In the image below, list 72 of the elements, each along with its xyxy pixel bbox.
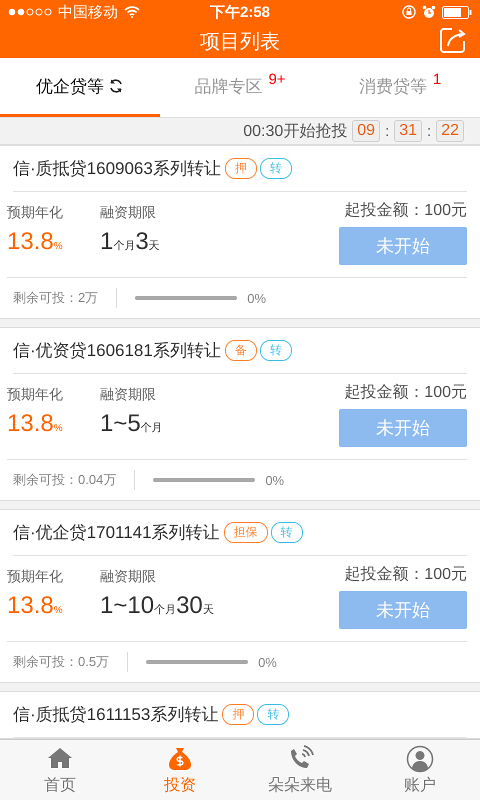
min-invest-amount: 起投金额：100元 — [344, 564, 467, 585]
term-label: 融资期限 — [100, 204, 157, 222]
rate-label: 预期年化 — [7, 204, 63, 222]
percent-unit: % — [54, 423, 63, 434]
battery-icon — [442, 6, 472, 18]
category-tab[interactable]: 消费贷等 1 — [320, 58, 480, 117]
rate-value: 13.8 — [7, 410, 54, 438]
term-unit: 个月 — [113, 239, 136, 253]
project-card[interactable]: 信·质抵贷1609063系列转让 押 转 预期年化 13.8% 融资期限 1个月 3天 起投金额：100元 未开始 剩余可投：2万 0% — [0, 145, 480, 319]
rate-value: 13.8 — [7, 592, 54, 620]
project-card[interactable]: 信·质抵贷1611153系列转让 押 转 — [0, 691, 480, 739]
countdown-separator: : — [427, 122, 432, 140]
percent-unit: % — [54, 241, 63, 252]
alarm-icon — [422, 5, 436, 19]
rate-label: 预期年化 — [7, 568, 63, 586]
project-title: 信·优资贷1606181系列转让 — [13, 340, 221, 362]
share-button[interactable] — [438, 25, 468, 55]
countdown-hours: 09 — [352, 120, 380, 142]
term-unit: 个月 — [140, 421, 163, 435]
count-label: 9+ — [268, 71, 286, 88]
project-title: 信·质抵贷1611153系列转让 — [13, 704, 218, 726]
project-tag: 转 — [257, 704, 290, 725]
countdown-separator: : — [385, 122, 390, 140]
tab-bar-item[interactable]: 首页 — [0, 740, 120, 800]
term-unit: 天 — [202, 603, 214, 617]
term-unit: 天 — [148, 239, 160, 253]
term-value: 3 — [135, 228, 149, 256]
project-tag: 转 — [270, 522, 303, 543]
rate-label: 预期年化 — [7, 386, 63, 404]
term-value: 1~5 — [100, 410, 141, 438]
countdown-seconds: 22 — [436, 120, 464, 142]
progress-percent: 0% — [247, 290, 266, 306]
project-title: 信·优企贷1701141系列转让 — [13, 522, 220, 544]
percent-unit: % — [54, 605, 63, 616]
term-value: 1~10 — [100, 592, 154, 620]
tab-bar-item[interactable]: 投资 — [120, 740, 240, 800]
category-tab[interactable]: 品牌专区 9+ — [160, 58, 320, 117]
remaining-amount: 剩余可投：2万 — [13, 289, 98, 307]
rotation-lock-icon — [402, 5, 416, 19]
min-invest-amount: 起投金额：100元 — [344, 200, 467, 221]
user-icon — [406, 744, 434, 772]
project-card[interactable]: 信·优资贷1606181系列转让 备 转 预期年化 13.8% 融资期限 1~5个月 起投金额：100元 未开始 剩余可投：0.04万 0% — [0, 327, 480, 501]
remaining-amount: 剩余可投：0.04万 — [13, 471, 116, 489]
project-tag: 押 — [222, 704, 254, 725]
progress-percent: 0% — [265, 472, 284, 488]
wifi-icon — [124, 6, 140, 18]
carrier-name: 中国移动 — [58, 2, 118, 22]
category-tab[interactable]: 优企贷等 — [0, 58, 160, 117]
rate-value: 13.8 — [7, 228, 54, 256]
min-invest-amount: 起投金额：100元 — [344, 382, 467, 403]
term-unit: 个月 — [154, 603, 176, 617]
tab-bar-item[interactable]: 朵朵来电 — [240, 740, 360, 800]
project-title: 信·质抵贷1609063系列转让 — [13, 158, 221, 180]
project-tag: 押 — [224, 158, 257, 179]
term-label: 融资期限 — [100, 568, 157, 586]
progress-percent: 0% — [258, 654, 277, 670]
term-value: 1 — [100, 228, 114, 256]
project-tag: 备 — [224, 340, 257, 361]
signal-icon — [8, 8, 52, 16]
project-tag: 转 — [260, 158, 292, 179]
status-time: 下午2:58 — [208, 2, 272, 22]
project-tag: 转 — [260, 340, 292, 361]
countdown-label: 00:30开始抢投 — [243, 122, 348, 142]
project-card[interactable]: 信·优企贷1701141系列转让 担保 转 预期年化 13.8% 融资期限 1~10个月 30天 起投金额：100元 未开始 剩余可投：0.5万 0% — [0, 509, 480, 683]
count-label: 1 — [432, 71, 442, 88]
tab-bar-item[interactable]: 账户 — [360, 740, 480, 800]
countdown-minutes: 31 — [394, 120, 422, 142]
page-title: 项目列表 — [200, 30, 280, 54]
term-label: 融资期限 — [100, 386, 157, 404]
remaining-amount: 剩余可投：0.5万 — [13, 653, 110, 671]
term-value: 30 — [176, 592, 203, 620]
project-tag: 担保 — [224, 522, 268, 543]
